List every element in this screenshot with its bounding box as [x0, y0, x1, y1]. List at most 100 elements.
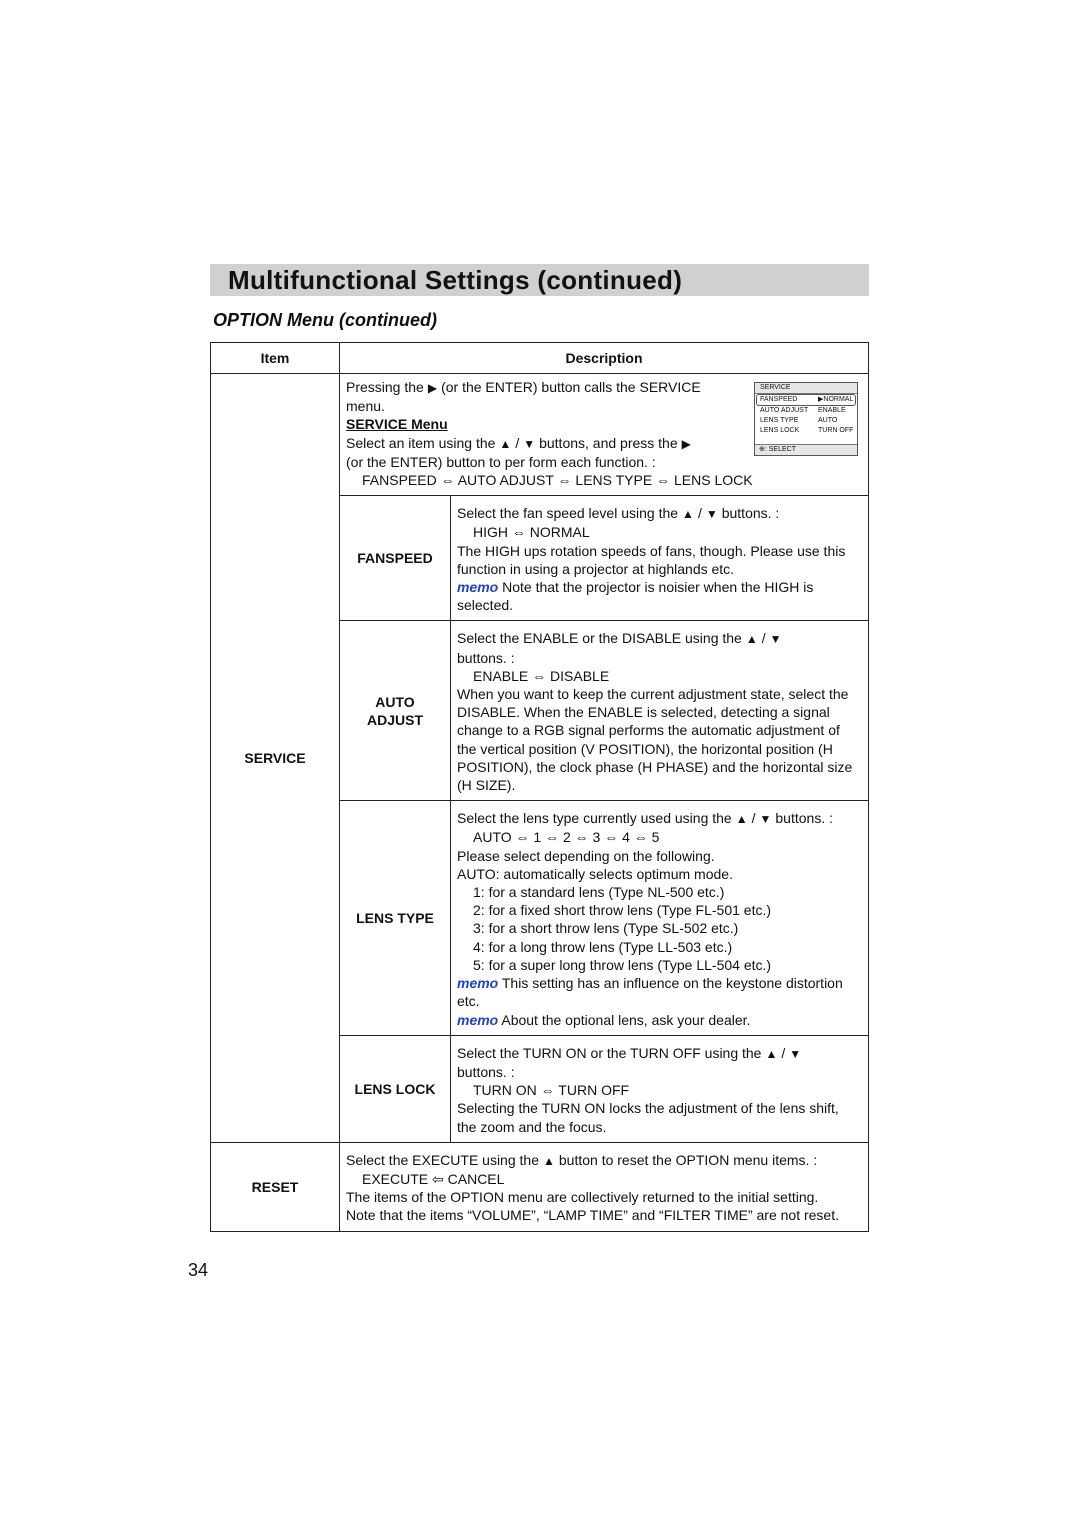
menu-preview-value: ENABLE: [818, 407, 846, 414]
memo-note: memo Note that the projector is noisier …: [457, 578, 862, 614]
lens-lock-description: Select the TURN ON or the TURN OFF using…: [450, 1034, 869, 1143]
lens-list-item: 2: for a fixed short throw lens (Type FL…: [473, 902, 772, 919]
menu-preview-value: TURN OFF: [818, 427, 854, 434]
subitem-lens-lock: LENS LOCK: [339, 1034, 451, 1143]
table-header-row: Item Description: [210, 342, 869, 374]
column-header-description: Description: [339, 342, 869, 374]
up-arrow-icon: ▲: [543, 1153, 555, 1168]
desc-line: The items of the OPTION menu are collect…: [346, 1189, 819, 1206]
options-sequence: HIGH ⇔ NORMAL: [473, 524, 590, 541]
desc-line: Please select depending on the following…: [457, 847, 715, 864]
desc-line: Select the TURN ON or the TURN OFF using…: [457, 1044, 862, 1063]
menu-preview-value: ▶NORMAL: [818, 396, 854, 403]
desc-line: buttons. :: [457, 1063, 515, 1080]
item-service: SERVICE: [210, 373, 340, 1143]
subitem-fanspeed: FANSPEED: [339, 495, 451, 622]
up-arrow-icon: ▲: [499, 436, 512, 451]
menu-preview-item: AUTO ADJUST: [760, 407, 809, 414]
menu-preview-row: LENS TYPE AUTO: [755, 416, 857, 426]
text: buttons. :: [721, 505, 780, 522]
label-line: AUTO: [375, 693, 415, 710]
down-arrow-icon: ▼: [769, 632, 782, 647]
lens-list-item: 4: for a long throw lens (Type LL-503 et…: [473, 938, 733, 955]
desc-text: When you want to keep the current adjust…: [457, 686, 853, 794]
memo-label: memo: [457, 579, 499, 596]
menu-preview-title: SERVICE: [755, 383, 857, 394]
up-arrow-icon: ▲: [682, 507, 694, 522]
menu-preview-row: AUTO ADJUST ENABLE: [755, 406, 857, 416]
text: buttons, and press the: [539, 434, 678, 451]
options-sequence: TURN ON ⇔ TURN OFF: [473, 1082, 630, 1099]
page-number: 34: [188, 1260, 209, 1280]
text: (or the ENTER) button calls the SERVICE: [441, 379, 701, 395]
memo-text: This setting has an influence on the key…: [457, 975, 843, 1010]
up-arrow-icon: ▲: [735, 812, 748, 827]
column-header-item: Item: [210, 342, 340, 374]
menu-preview-value: AUTO: [818, 417, 838, 424]
menu-preview-item: FANSPEED: [760, 396, 798, 403]
memo-note: memo This setting has an influence on th…: [457, 974, 862, 1010]
reset-description: Select the EXECUTE using the ▲ button to r…: [339, 1141, 869, 1232]
text: Select the fan speed level using the: [457, 505, 679, 522]
down-arrow-icon: ▼: [789, 1046, 802, 1061]
lens-list-item: 1: for a standard lens (Type NL-500 etc.…: [473, 884, 725, 901]
menu-preview-row: FANSPEED ▶NORMAL: [756, 394, 856, 406]
options-sequence: EXECUTE ⇦ CANCEL: [362, 1170, 505, 1187]
text: Select the TURN ON or the TURN OFF using…: [457, 1044, 762, 1061]
desc-line: buttons. :: [457, 649, 515, 666]
lens-list-item: 5: for a super long throw lens (Type LL-…: [473, 956, 772, 973]
desc-text: The HIGH ups rotation speeds of fans, th…: [457, 542, 846, 577]
right-arrow-icon: ▶: [427, 381, 438, 395]
text: buttons. :: [775, 810, 833, 827]
item-reset: RESET: [210, 1141, 340, 1232]
service-menu-preview: SERVICE FANSPEED ▶NORMAL AUTO ADJUST ENABL…: [754, 382, 858, 456]
text: Select the lens type currently used usin…: [457, 810, 732, 827]
auto-adjust-description: Select the ENABLE or the DISABLE using t…: [450, 620, 869, 802]
menu-preview-item: LENS LOCK: [760, 427, 800, 434]
text: Select an item using the: [346, 434, 496, 451]
page-title: Multifunctional Settings (continued): [228, 265, 683, 295]
menu-preview-footer: ⊕: SELECT: [755, 444, 857, 455]
desc-line: Note that the items “VOLUME”, “LAMP TIME…: [346, 1207, 840, 1224]
desc-text: Selecting the TURN ON locks the adjustme…: [457, 1100, 839, 1135]
menu-preview-row: LENS LOCK TURN OFF: [755, 426, 857, 436]
fanspeed-description: Select the fan speed level using the ▲ / ▼ b…: [450, 495, 869, 622]
options-sequence: AUTO ⇔ 1 ⇔ 2 ⇔ 3 ⇔ 4 ⇔ 5: [473, 829, 660, 846]
down-arrow-icon: ▼: [759, 812, 772, 827]
right-arrow-icon: ▶: [681, 436, 691, 451]
menu-preview-footer-text: : SELECT: [764, 446, 796, 453]
text: button to reset the OPTION menu items. :: [558, 1151, 818, 1168]
lens-type-description: Select the lens type currently used usin…: [450, 800, 869, 1036]
subitem-lens-type: LENS TYPE: [339, 800, 451, 1036]
section-title-bar: Multifunctional Settings (continued): [210, 264, 869, 296]
desc-line: Select the lens type currently used usin…: [457, 809, 862, 828]
down-arrow-icon: ▼: [705, 507, 718, 522]
text: Select the ENABLE or the DISABLE using t…: [457, 630, 742, 647]
desc-line: AUTO: automatically selects optimum mode…: [457, 865, 733, 882]
desc-line: Select the EXECUTE using the ▲ button to r…: [346, 1151, 862, 1170]
table-row: RESET Select the EXECUTE using the ▲ butto…: [210, 1141, 869, 1232]
memo-text: Note that the projector is noisier when …: [457, 579, 814, 614]
text: Select the EXECUTE using the: [346, 1151, 539, 1168]
text: /: [515, 434, 520, 451]
options-sequence: ENABLE ⇔ DISABLE: [473, 667, 610, 684]
memo-note: memo About the optional lens, ask your d…: [457, 1011, 862, 1029]
down-arrow-icon: ▼: [523, 436, 536, 451]
text: Pressing the: [346, 379, 424, 395]
menu-preview-item: LENS TYPE: [760, 417, 799, 424]
lens-list-item: 3: for a short throw lens (Type SL-502 e…: [473, 920, 739, 937]
memo-text: About the optional lens, ask your dealer…: [498, 1011, 751, 1028]
option-menu-table: Item Description SERVICE SERVICE FANSPEE…: [210, 342, 869, 1232]
subitem-auto-adjust: AUTO ADJUST: [339, 620, 451, 802]
service-sequence: FANSPEED ⇔ AUTO ADJUST ⇔ LENS TYPE ⇔ LEN…: [362, 472, 753, 489]
memo-label: memo: [457, 1011, 499, 1028]
up-arrow-icon: ▲: [745, 632, 758, 647]
desc-line: Select the fan speed level using the ▲ / ▼ b…: [457, 504, 862, 523]
desc-line: Select the ENABLE or the DISABLE using t…: [457, 629, 862, 648]
section-subtitle: OPTION Menu (continued): [213, 310, 437, 330]
service-intro: SERVICE FANSPEED ▶NORMAL AUTO ADJUST ENABL…: [339, 372, 869, 497]
label-line: ADJUST: [366, 711, 423, 728]
up-arrow-icon: ▲: [765, 1046, 778, 1061]
memo-label: memo: [457, 975, 499, 992]
table-row: SERVICE SERVICE FANSPEED ▶NORMAL AUTO ADJ…: [210, 372, 869, 1143]
